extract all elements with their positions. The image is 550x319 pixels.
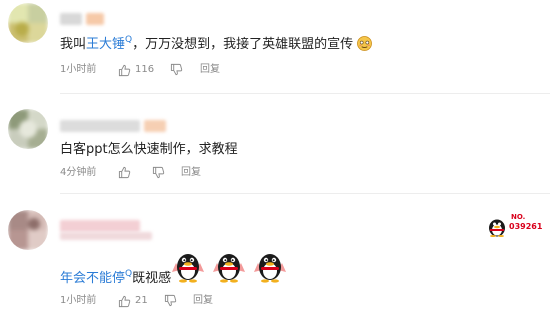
comment-text: 我叫王大锤Q，万万没想到，我接了英雄联盟的宣传 [60, 35, 373, 55]
username[interactable] [60, 220, 140, 232]
user-badge [144, 120, 166, 132]
user-badge [60, 232, 152, 240]
timestamp: 1小时前 [60, 64, 97, 75]
search-icon: Q [125, 35, 133, 45]
fan-badge-label: NO. [511, 213, 526, 221]
search-icon: Q [125, 269, 133, 279]
dislike-button[interactable] [170, 63, 183, 76]
comment-meta: 1小时前 116 回复 [60, 63, 220, 78]
like-button[interactable]: 21 [118, 294, 148, 308]
thumbs-up-icon [118, 166, 131, 179]
reply-button[interactable]: 回复 [181, 166, 201, 180]
hashtag-link[interactable]: 年会不能停 [60, 271, 125, 286]
dislike-button[interactable] [164, 294, 177, 307]
like-count: 116 [135, 64, 155, 75]
penguin-sticker-icon [213, 254, 245, 283]
fan-badge-number: 039261 [509, 222, 543, 231]
reply-button[interactable]: 回复 [200, 63, 220, 77]
penguin-fan-badge-icon [489, 219, 505, 237]
avatar[interactable] [8, 109, 48, 149]
reply-label[interactable]: 回复 [200, 63, 220, 77]
thumbs-up-icon [118, 295, 131, 307]
reply-label[interactable]: 回复 [193, 294, 213, 308]
like-count: 21 [135, 295, 148, 306]
comment-meta: 1小时前 21 回复 [60, 294, 213, 309]
penguin-sticker-icon [254, 254, 286, 283]
thumbs-down-icon [152, 166, 165, 179]
divider [60, 193, 550, 194]
reply-button[interactable]: 回复 [193, 294, 213, 308]
dislike-button[interactable] [152, 166, 165, 179]
penguin-sticker-icon [172, 254, 204, 283]
username[interactable] [60, 13, 82, 25]
embarrassed-emoji-icon [357, 36, 373, 51]
like-button[interactable]: 116 [118, 63, 154, 77]
like-button[interactable] [118, 166, 131, 179]
avatar[interactable] [8, 210, 48, 250]
user-badge [86, 13, 104, 25]
thumbs-up-icon [118, 64, 131, 76]
username[interactable] [60, 120, 140, 132]
timestamp: 4分钟前 [60, 167, 97, 178]
comment-meta: 4分钟前 回复 [60, 166, 201, 181]
comment-text: 年会不能停Q既视感 [60, 269, 172, 286]
reply-label[interactable]: 回复 [181, 166, 201, 180]
thumbs-down-icon [170, 63, 183, 76]
timestamp: 1小时前 [60, 295, 97, 306]
avatar[interactable] [8, 3, 48, 43]
mention-link[interactable]: 王大锤 [86, 37, 125, 52]
comment-text: 白客ppt怎么快速制作，求教程 [60, 142, 238, 157]
thumbs-down-icon [164, 294, 177, 307]
divider [60, 93, 550, 94]
